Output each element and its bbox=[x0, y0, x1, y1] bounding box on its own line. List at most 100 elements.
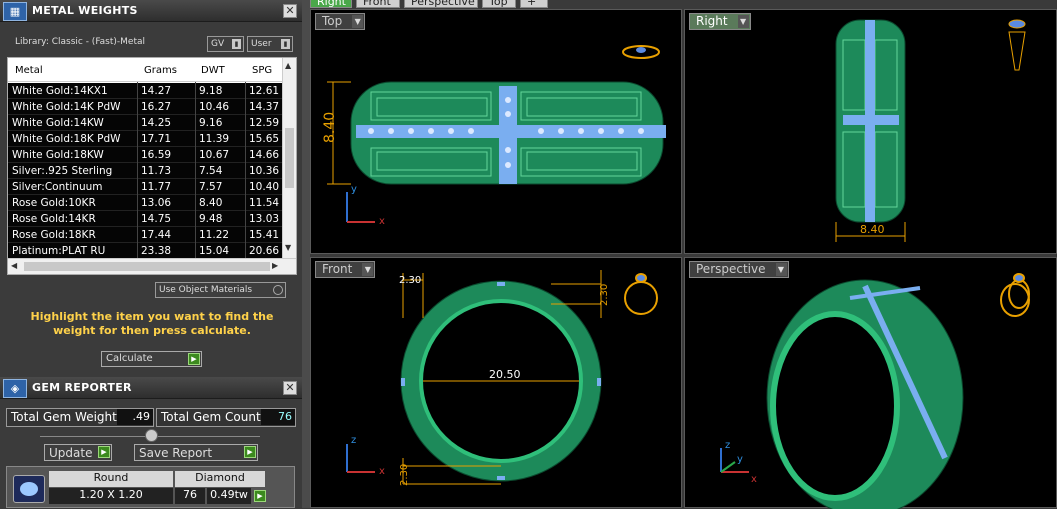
update-button[interactable]: Update ▶ bbox=[44, 444, 112, 461]
table-cell: 14.37 bbox=[249, 101, 280, 113]
scroll-up-icon[interactable]: ▲ bbox=[285, 61, 291, 70]
table-cell: 12.59 bbox=[249, 117, 280, 129]
table-row[interactable]: White Gold:14KX1 14.27 9.18 12.61 bbox=[8, 83, 283, 99]
use-object-materials-checkbox[interactable]: Use Object Materials bbox=[155, 282, 286, 298]
col-divider bbox=[245, 82, 246, 259]
table-cell: 11.39 bbox=[199, 133, 230, 145]
metal-weights-header: ▦ METAL WEIGHTS ✕ bbox=[0, 0, 302, 22]
table-row[interactable]: Silver:Continuum 11.77 7.57 10.40 bbox=[8, 179, 283, 195]
scroll-left-icon[interactable]: ◀ bbox=[11, 261, 17, 270]
front-view-drawing: 20.50 2.30 2.30 2.30 z x bbox=[346, 270, 658, 486]
axis-x-label: x bbox=[379, 466, 385, 477]
table-cell: 14.75 bbox=[141, 213, 172, 225]
save-report-button[interactable]: Save Report ▶ bbox=[134, 444, 258, 461]
table-row[interactable]: Platinum:PLAT RU 23.38 15.04 20.66 bbox=[8, 243, 283, 259]
chevron-down-icon: ▮ bbox=[232, 39, 241, 49]
table-row[interactable]: Rose Gold:18KR 17.44 11.22 15.41 bbox=[8, 227, 283, 243]
close-icon[interactable]: ✕ bbox=[283, 381, 297, 395]
front-diam-label: 20.50 bbox=[489, 368, 521, 381]
total-gem-count-text: Total Gem Count bbox=[161, 410, 261, 424]
table-cell: 7.57 bbox=[199, 181, 223, 193]
table-row[interactable]: Silver:.925 Sterling 11.73 7.54 10.36 bbox=[8, 163, 283, 179]
viewport-right[interactable]: Right ▼ 8.40 bbox=[684, 9, 1057, 254]
slider-handle[interactable] bbox=[145, 429, 158, 442]
gem-weight: 0.49tw bbox=[207, 488, 251, 504]
table-row[interactable]: Rose Gold:10KR 13.06 8.40 11.54 bbox=[8, 195, 283, 211]
tab-add[interactable]: + bbox=[520, 0, 548, 8]
right-dim-label: 8.40 bbox=[860, 223, 885, 236]
col-metal[interactable]: Metal bbox=[15, 65, 43, 76]
viewport-top[interactable]: Top ▼ 8.40 y x bbox=[310, 9, 682, 254]
user-select[interactable]: User ▮ bbox=[247, 36, 293, 52]
tab-front[interactable]: Front bbox=[356, 0, 400, 8]
table-cell: 16.59 bbox=[141, 149, 172, 161]
table-row[interactable]: White Gold:18K PdW 17.71 11.39 15.65 bbox=[8, 131, 283, 147]
table-cell: 14.27 bbox=[141, 85, 172, 97]
scroll-thumb[interactable] bbox=[285, 128, 294, 188]
play-icon[interactable]: ▶ bbox=[254, 490, 266, 502]
tab-right[interactable]: Right bbox=[310, 0, 352, 8]
axis-x-label: x bbox=[379, 216, 385, 227]
scroll-down-icon[interactable]: ▼ bbox=[285, 243, 291, 252]
gem-shape: Round bbox=[49, 471, 173, 487]
hint-text: Highlight the item you want to find the … bbox=[30, 310, 274, 337]
table-cell: Rose Gold:14KR bbox=[12, 213, 96, 225]
col-divider bbox=[137, 82, 138, 259]
table-row[interactable]: White Gold:18KW 16.59 10.67 14.66 bbox=[8, 147, 283, 163]
col-grams[interactable]: Grams bbox=[144, 65, 177, 76]
front-side-dim-label: 2.30 bbox=[599, 284, 610, 306]
update-label: Update bbox=[49, 446, 93, 460]
axis-z-label: z bbox=[351, 435, 356, 446]
ring-thumbnail-icon bbox=[622, 45, 660, 59]
close-icon[interactable]: ✕ bbox=[283, 4, 297, 18]
table-cell: 16.27 bbox=[141, 101, 172, 113]
right-view-drawing: 8.40 bbox=[835, 19, 1026, 242]
user-select-value: User bbox=[251, 39, 272, 49]
play-icon: ▶ bbox=[244, 446, 256, 458]
table-cell: 15.65 bbox=[249, 133, 280, 145]
scroll-thumb[interactable] bbox=[24, 262, 270, 271]
gem-count: 76 bbox=[175, 488, 205, 504]
horizontal-scrollbar[interactable]: ◀ ▶ bbox=[8, 258, 296, 274]
table-cell: 10.40 bbox=[249, 181, 280, 193]
table-row[interactable]: White Gold:14KW 14.25 9.16 12.59 bbox=[8, 115, 283, 131]
table-cell: 11.73 bbox=[141, 165, 172, 177]
tab-perspective[interactable]: Perspective bbox=[404, 0, 478, 8]
play-icon: ▶ bbox=[188, 353, 200, 365]
table-cell: White Gold:18KW bbox=[12, 149, 104, 161]
viewport-front[interactable]: Front ▼ 20.50 2.30 2.30 2.30 z x bbox=[310, 257, 682, 508]
vertical-scrollbar[interactable]: ▲ ▼ bbox=[282, 58, 296, 258]
table-cell: 14.25 bbox=[141, 117, 172, 129]
table-cell: 23.38 bbox=[141, 245, 172, 257]
table-cell: 9.18 bbox=[199, 85, 223, 97]
table-cell: Silver:Continuum bbox=[12, 181, 103, 193]
checkbox-icon bbox=[273, 285, 283, 295]
table-cell: 9.48 bbox=[199, 213, 223, 225]
gv-select[interactable]: GV ▮ bbox=[207, 36, 244, 52]
pendant-thumbnail-icon bbox=[1008, 19, 1026, 71]
table-cell: Rose Gold:18KR bbox=[12, 229, 96, 241]
col-spg[interactable]: SPG bbox=[252, 65, 272, 76]
table-cell: 17.44 bbox=[141, 229, 172, 241]
use-object-materials-label: Use Object Materials bbox=[159, 285, 253, 295]
table-cell: 11.22 bbox=[199, 229, 230, 241]
splitter[interactable] bbox=[302, 0, 310, 508]
table-row[interactable]: White Gold:14K PdW 16.27 10.46 14.37 bbox=[8, 99, 283, 115]
table-cell: 11.54 bbox=[249, 197, 280, 209]
calculate-button[interactable]: Calculate ▶ bbox=[101, 351, 202, 367]
table-cell: 10.36 bbox=[249, 165, 280, 177]
table-cell: 14.66 bbox=[249, 149, 280, 161]
gem-icon: ◈ bbox=[3, 379, 27, 398]
viewport-perspective[interactable]: Perspective ▼ z y x bbox=[684, 257, 1057, 509]
gem-row[interactable]: Round Diamond 1.20 X 1.20 76 0.49tw ▶ bbox=[6, 466, 295, 508]
table-row[interactable]: Rose Gold:14KR 14.75 9.48 13.03 bbox=[8, 211, 283, 227]
table-cell: White Gold:14K PdW bbox=[12, 101, 121, 113]
tab-top[interactable]: Top bbox=[482, 0, 516, 8]
metal-table[interactable]: Metal Grams DWT SPG White Gold:14KX1 14.2… bbox=[7, 57, 297, 275]
save-report-label: Save Report bbox=[139, 446, 213, 460]
axis-y-label: y bbox=[737, 454, 743, 465]
table-cell: 8.40 bbox=[199, 197, 223, 209]
col-dwt[interactable]: DWT bbox=[201, 65, 225, 76]
table-cell: Platinum:PLAT RU bbox=[12, 245, 106, 257]
scroll-right-icon[interactable]: ▶ bbox=[272, 261, 278, 270]
